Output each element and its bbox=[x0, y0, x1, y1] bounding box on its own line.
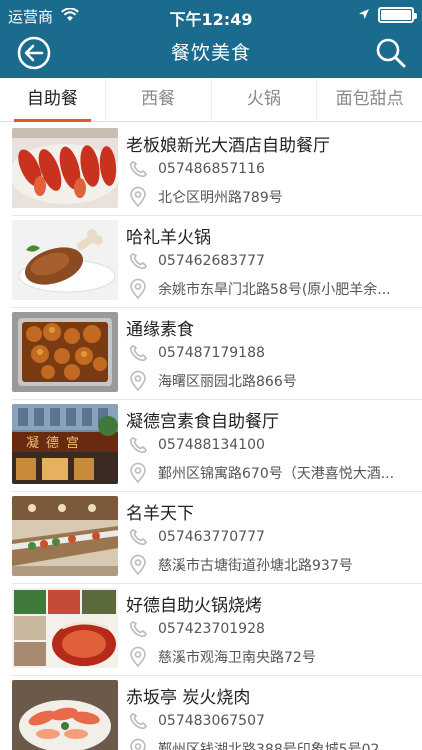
restaurant-name: 凝德宫素食自助餐厅 bbox=[126, 412, 279, 432]
phone-row[interactable]: 057463770777 bbox=[126, 525, 418, 549]
phone-row[interactable]: 057423701928 bbox=[126, 617, 418, 641]
phone-row[interactable]: 057487179188 bbox=[126, 341, 418, 365]
restaurant-name: 好德自助火锅烧烤 bbox=[126, 596, 262, 616]
restaurant-photo bbox=[12, 220, 118, 300]
location-pin-icon bbox=[130, 186, 146, 208]
address-row[interactable]: 北仑区明州路789号 bbox=[126, 185, 418, 209]
restaurant-photo bbox=[12, 680, 118, 750]
location-arrow-icon bbox=[358, 6, 370, 24]
restaurant-list: 老板娘新光大酒店自助餐厅 057486857116 北仑区明州路789号 哈礼羊… bbox=[0, 124, 422, 750]
phone-icon bbox=[129, 345, 147, 362]
restaurant-name: 老板娘新光大酒店自助餐厅 bbox=[126, 136, 330, 156]
battery-icon bbox=[378, 7, 417, 23]
battery-level bbox=[381, 10, 411, 20]
phone-icon bbox=[129, 253, 147, 270]
address-row[interactable]: 鄞州区锦寓路670号（天港喜悦大酒... bbox=[126, 461, 418, 485]
address: 鄞州区锦寓路670号（天港喜悦大酒... bbox=[158, 466, 395, 482]
restaurant-photo: 凝德宫 bbox=[12, 404, 118, 484]
phone-row[interactable]: 057486857116 bbox=[126, 157, 418, 181]
list-item[interactable]: 好德自助火锅烧烤 057423701928 慈溪市观海卫南央路72号 bbox=[12, 584, 422, 676]
address-row[interactable]: 慈溪市古塘街道孙塘北路937号 bbox=[126, 553, 418, 577]
phone-row[interactable]: 057462683777 bbox=[126, 249, 418, 273]
restaurant-name: 哈礼羊火锅 bbox=[126, 228, 211, 248]
restaurant-photo bbox=[12, 312, 118, 392]
phone-icon bbox=[129, 621, 147, 638]
phone-number: 057488134100 bbox=[158, 437, 265, 453]
page-title: 餐饮美食 bbox=[170, 42, 251, 64]
phone-number: 057463770777 bbox=[158, 529, 265, 545]
address-row[interactable]: 余姚市东旱门北路58号(原小肥羊余... bbox=[126, 277, 418, 301]
list-item[interactable]: 哈礼羊火锅 057462683777 余姚市东旱门北路58号(原小肥羊余... bbox=[12, 216, 422, 308]
status-bar: 运营商 下午12:49 bbox=[0, 0, 422, 30]
svg-text:凝: 凝 bbox=[26, 435, 39, 451]
list-item[interactable]: 名羊天下 057463770777 慈溪市古塘街道孙塘北路937号 bbox=[12, 492, 422, 584]
address-row[interactable]: 海曙区丽园北路866号 bbox=[126, 369, 418, 393]
phone-icon bbox=[129, 437, 147, 454]
list-item[interactable]: 凝德宫 凝德宫素食自助餐厅 057488134100 鄞州区锦寓路670号（天港… bbox=[12, 400, 422, 492]
restaurant-photo bbox=[12, 496, 118, 576]
tab-bakery[interactable]: 面包甜点 bbox=[317, 78, 422, 121]
phone-number: 057462683777 bbox=[158, 253, 265, 269]
address: 鄞州区钱湖北路388号印象城5号02... bbox=[158, 742, 393, 750]
phone-number: 057486857116 bbox=[158, 161, 265, 177]
header-bar: 运营商 下午12:49 餐饮美食 bbox=[0, 0, 422, 78]
tab-western[interactable]: 西餐 bbox=[106, 78, 212, 121]
location-pin-icon bbox=[130, 646, 146, 668]
search-button[interactable] bbox=[374, 36, 408, 70]
phone-number: 057423701928 bbox=[158, 621, 265, 637]
nav-bar: 餐饮美食 bbox=[0, 30, 422, 76]
restaurant-name: 赤坂亭 炭火烧肉 bbox=[126, 688, 251, 708]
svg-text:德: 德 bbox=[46, 436, 59, 451]
phone-icon bbox=[129, 713, 147, 730]
restaurant-name: 通缘素食 bbox=[126, 320, 194, 340]
phone-row[interactable]: 057488134100 bbox=[126, 433, 418, 457]
status-right bbox=[358, 6, 417, 24]
address: 海曙区丽园北路866号 bbox=[158, 374, 297, 390]
location-pin-icon bbox=[130, 554, 146, 576]
location-pin-icon bbox=[130, 738, 146, 750]
location-pin-icon bbox=[130, 370, 146, 392]
list-item[interactable]: 赤坂亭 炭火烧肉 057483067507 鄞州区钱湖北路388号印象城5号02… bbox=[12, 676, 422, 750]
address-row[interactable]: 慈溪市观海卫南央路72号 bbox=[126, 645, 418, 669]
address: 慈溪市古塘街道孙塘北路937号 bbox=[158, 558, 353, 574]
category-tabs: 自助餐 西餐 火锅 面包甜点 bbox=[0, 78, 422, 122]
address-row[interactable]: 鄞州区钱湖北路388号印象城5号02... bbox=[126, 737, 418, 750]
svg-text:宫: 宫 bbox=[66, 436, 79, 451]
phone-icon bbox=[129, 161, 147, 178]
phone-icon bbox=[129, 529, 147, 546]
restaurant-name: 名羊天下 bbox=[126, 504, 194, 524]
search-icon bbox=[376, 38, 406, 68]
phone-number: 057483067507 bbox=[158, 713, 265, 729]
tab-buffet[interactable]: 自助餐 bbox=[0, 78, 106, 122]
location-pin-icon bbox=[130, 462, 146, 484]
list-item[interactable]: 老板娘新光大酒店自助餐厅 057486857116 北仑区明州路789号 bbox=[12, 124, 422, 216]
address: 余姚市东旱门北路58号(原小肥羊余... bbox=[158, 282, 391, 298]
location-pin-icon bbox=[130, 278, 146, 300]
phone-number: 057487179188 bbox=[158, 345, 265, 361]
list-item[interactable]: 通缘素食 057487179188 海曙区丽园北路866号 bbox=[12, 308, 422, 400]
phone-row[interactable]: 057483067507 bbox=[126, 709, 418, 733]
address: 北仑区明州路789号 bbox=[158, 190, 283, 206]
restaurant-photo bbox=[12, 128, 118, 208]
restaurant-photo bbox=[12, 588, 118, 668]
address: 慈溪市观海卫南央路72号 bbox=[158, 650, 316, 666]
tab-hotpot[interactable]: 火锅 bbox=[212, 78, 318, 121]
